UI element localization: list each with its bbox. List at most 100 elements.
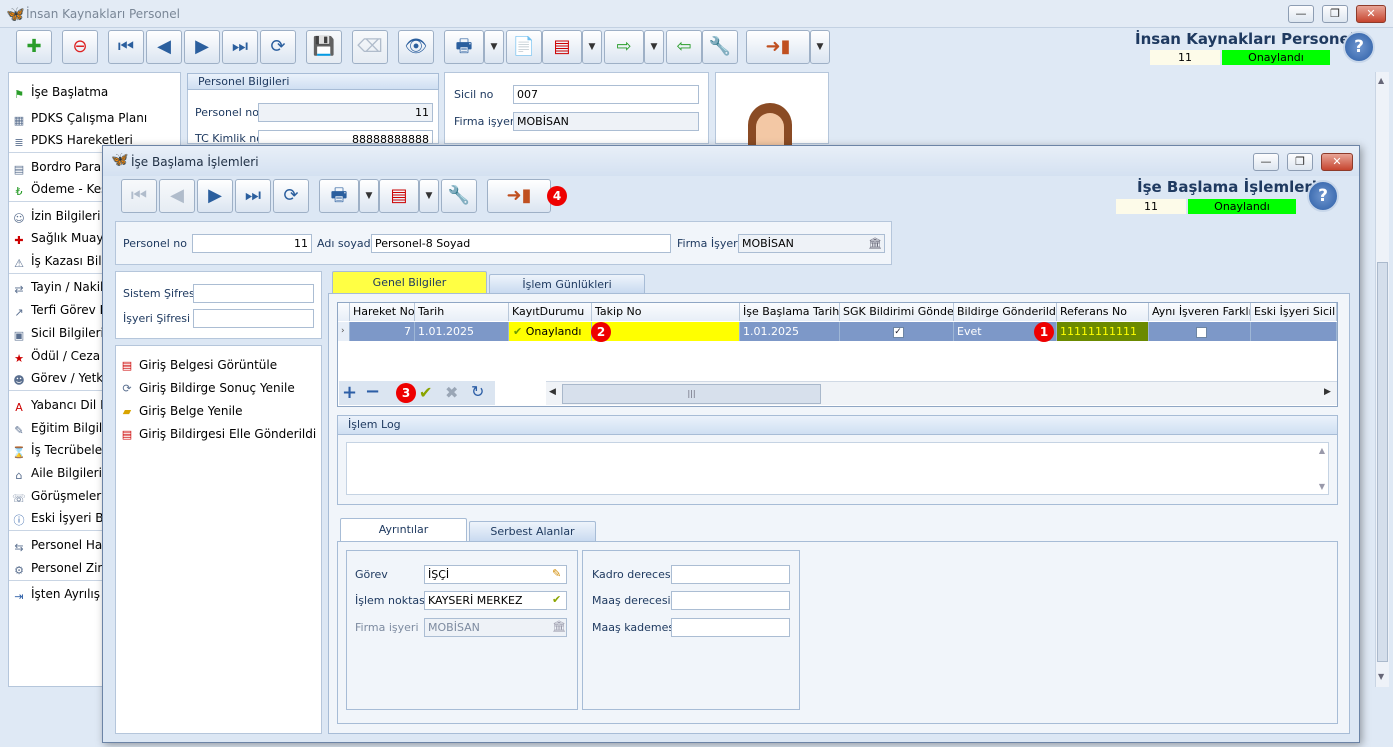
first-record-button[interactable]: ⏮ <box>108 30 144 64</box>
dialog-print-button[interactable]: 🖶 <box>319 179 359 213</box>
tab-genel-bilgiler[interactable]: Genel Bilgiler <box>332 271 487 293</box>
dialog-pdf-button[interactable]: ▤ <box>379 179 419 213</box>
scroll-up-icon[interactable]: ▲ <box>1378 76 1384 85</box>
col-ayni-isveren[interactable]: Aynı İşveren Farklı İş <box>1149 303 1251 321</box>
add-row-icon[interactable]: + <box>342 382 357 403</box>
scroll-right-icon[interactable]: ▶ <box>1324 387 1331 397</box>
import-button[interactable]: ⇦ <box>666 30 702 64</box>
refresh-button[interactable]: ⟳ <box>260 30 296 64</box>
attachment-button[interactable]: 📄 <box>506 30 542 64</box>
col-tarih[interactable]: Tarih <box>415 303 509 321</box>
tc-field[interactable]: 88888888888 <box>258 130 433 144</box>
sidebar-item[interactable]: ⚑ İşe Başlatma <box>11 81 181 103</box>
scroll-thumb[interactable] <box>1377 262 1388 662</box>
cell-sgk[interactable]: ✓ <box>840 322 954 341</box>
confirm-row-icon[interactable]: ✔ <box>419 383 432 402</box>
exit-dropdown-button[interactable]: ▼ <box>810 30 830 64</box>
ayni-isveren-checkbox[interactable] <box>1195 326 1207 338</box>
scroll-thumb-h[interactable]: ||| <box>562 384 821 404</box>
col-bildirge[interactable]: Bildirge Gönderildi <box>954 303 1057 321</box>
cell-kayit-durumu[interactable]: ✔ Onaylandı <box>509 322 592 341</box>
dialog-help-icon[interactable]: ? <box>1307 180 1339 212</box>
bank-icon[interactable]: 🏛 <box>868 237 882 250</box>
print-button[interactable]: 🖶 <box>444 30 484 64</box>
col-sgk[interactable]: SGK Bildirimi Gönderildi <box>840 303 954 321</box>
maas-derece-field[interactable] <box>671 591 790 610</box>
dialog-personel-no-field[interactable]: 11 <box>192 234 312 253</box>
delete-record-button[interactable]: ⊖ <box>62 30 98 64</box>
dialog-minimize-button[interactable]: — <box>1253 153 1279 171</box>
col-hareket-no[interactable]: Hareket No <box>350 303 415 321</box>
log-scroll-down-icon[interactable]: ▼ <box>1319 482 1325 491</box>
save-button[interactable]: 💾 <box>306 30 342 64</box>
dialog-close-button[interactable]: ✕ <box>1321 153 1353 171</box>
cell-ayni-isveren[interactable] <box>1149 322 1251 341</box>
dialog-tools-button[interactable]: 🔧 <box>441 179 477 213</box>
col-ise-baslama[interactable]: İşe Başlama Tarihi <box>740 303 840 321</box>
sidebar-item[interactable]: ▦ PDKS Çalışma Planı <box>11 107 181 129</box>
col-referans[interactable]: Referans No <box>1057 303 1149 321</box>
cancel-save-button[interactable]: ⌫ <box>352 30 388 64</box>
sistem-sifresi-field[interactable] <box>193 284 314 303</box>
last-record-button[interactable]: ⏭ <box>222 30 258 64</box>
cell-takip-no[interactable] <box>592 322 740 341</box>
col-kayit-durumu[interactable]: KayıtDurumu <box>509 303 592 321</box>
print-dropdown-button[interactable]: ▼ <box>484 30 504 64</box>
preview-button[interactable]: 👁 <box>398 30 434 64</box>
tools-button[interactable]: 🔧 <box>702 30 738 64</box>
cell-tarih[interactable]: 1.01.2025 <box>415 322 509 341</box>
personel-no-field[interactable]: 11 <box>258 103 433 122</box>
cell-hareket-no[interactable]: 7 <box>350 322 415 341</box>
export-dropdown-button[interactable]: ▼ <box>644 30 664 64</box>
table-row[interactable]: › 7 1.01.2025 ✔ Onaylandı 1.01.2025 ✓ Ev… <box>338 322 1337 341</box>
dialog-maximize-button[interactable]: ❐ <box>1287 153 1313 171</box>
next-record-button[interactable]: ▶ <box>184 30 220 64</box>
kadro-field[interactable] <box>671 565 790 584</box>
dialog-prev-button[interactable]: ◀ <box>159 179 195 213</box>
islem-log-textarea[interactable]: ▲ ▼ <box>346 442 1329 495</box>
dialog-last-button[interactable]: ⏭ <box>235 179 271 213</box>
dialog-first-button[interactable]: ⏮ <box>121 179 157 213</box>
new-record-button[interactable]: ✚ <box>16 30 52 64</box>
sicil-field[interactable]: 007 <box>513 85 699 104</box>
tab-islem-gunlukleri[interactable]: İşlem Günlükleri <box>489 274 645 293</box>
main-scrollbar[interactable]: ▲ ▼ <box>1375 72 1389 687</box>
export-button[interactable]: ⇨ <box>604 30 644 64</box>
col-takip-no[interactable]: Takip No <box>592 303 740 321</box>
scroll-left-icon[interactable]: ◀ <box>549 387 556 397</box>
pdf-export-button[interactable]: ▤ <box>542 30 582 64</box>
cell-eski-sicil[interactable] <box>1251 322 1337 341</box>
cancel-row-icon[interactable]: ✖ <box>445 383 458 402</box>
dialog-next-button[interactable]: ▶ <box>197 179 233 213</box>
islem-check-icon[interactable]: ✔ <box>552 593 561 606</box>
dialog-exit-button[interactable]: ➜▮ <box>487 179 551 213</box>
remove-row-icon[interactable]: − <box>365 381 380 402</box>
adsoyad-field[interactable]: Personel-8 Soyad <box>371 234 671 253</box>
tab-serbest-alanlar[interactable]: Serbest Alanlar <box>469 521 596 541</box>
tab-ayrintilar[interactable]: Ayrıntılar <box>340 518 467 541</box>
refresh-row-icon[interactable]: ↻ <box>471 382 484 401</box>
link-item[interactable]: ▤ Giriş Bildirgesi Elle Gönderildi <box>119 424 316 444</box>
dialog-print-dropdown[interactable]: ▼ <box>359 179 379 213</box>
help-icon[interactable]: ? <box>1343 31 1375 63</box>
gorev-field[interactable]: İŞÇİ <box>424 565 567 584</box>
minimize-button[interactable]: — <box>1288 5 1314 23</box>
cell-ise-baslama[interactable]: 1.01.2025 <box>740 322 840 341</box>
close-button[interactable]: ✕ <box>1356 5 1386 23</box>
exit-button[interactable]: ➜▮ <box>746 30 810 64</box>
horizontal-scrollbar[interactable]: ◀ ||| ▶ <box>546 381 1337 405</box>
prev-record-button[interactable]: ◀ <box>146 30 182 64</box>
cell-referans[interactable]: 11111111111 <box>1057 322 1149 341</box>
maas-kademe-field[interactable] <box>671 618 790 637</box>
edit-icon[interactable]: ✎ <box>552 567 561 580</box>
log-scroll-up-icon[interactable]: ▲ <box>1319 446 1325 455</box>
islem-noktasi-field[interactable]: KAYSERİ MERKEZ <box>424 591 567 610</box>
link-item[interactable]: ⟳ Giriş Bildirge Sonuç Yenile <box>119 378 294 398</box>
isyeri-sifresi-field[interactable] <box>193 309 314 328</box>
col-eski-sicil[interactable]: Eski İşyeri Sicil No <box>1251 303 1337 321</box>
dialog-pdf-dropdown[interactable]: ▼ <box>419 179 439 213</box>
maximize-button[interactable]: ❐ <box>1322 5 1348 23</box>
link-item[interactable]: ▰ Giriş Belge Yenile <box>119 401 243 421</box>
scroll-down-icon[interactable]: ▼ <box>1378 672 1384 681</box>
dialog-refresh-button[interactable]: ⟳ <box>273 179 309 213</box>
